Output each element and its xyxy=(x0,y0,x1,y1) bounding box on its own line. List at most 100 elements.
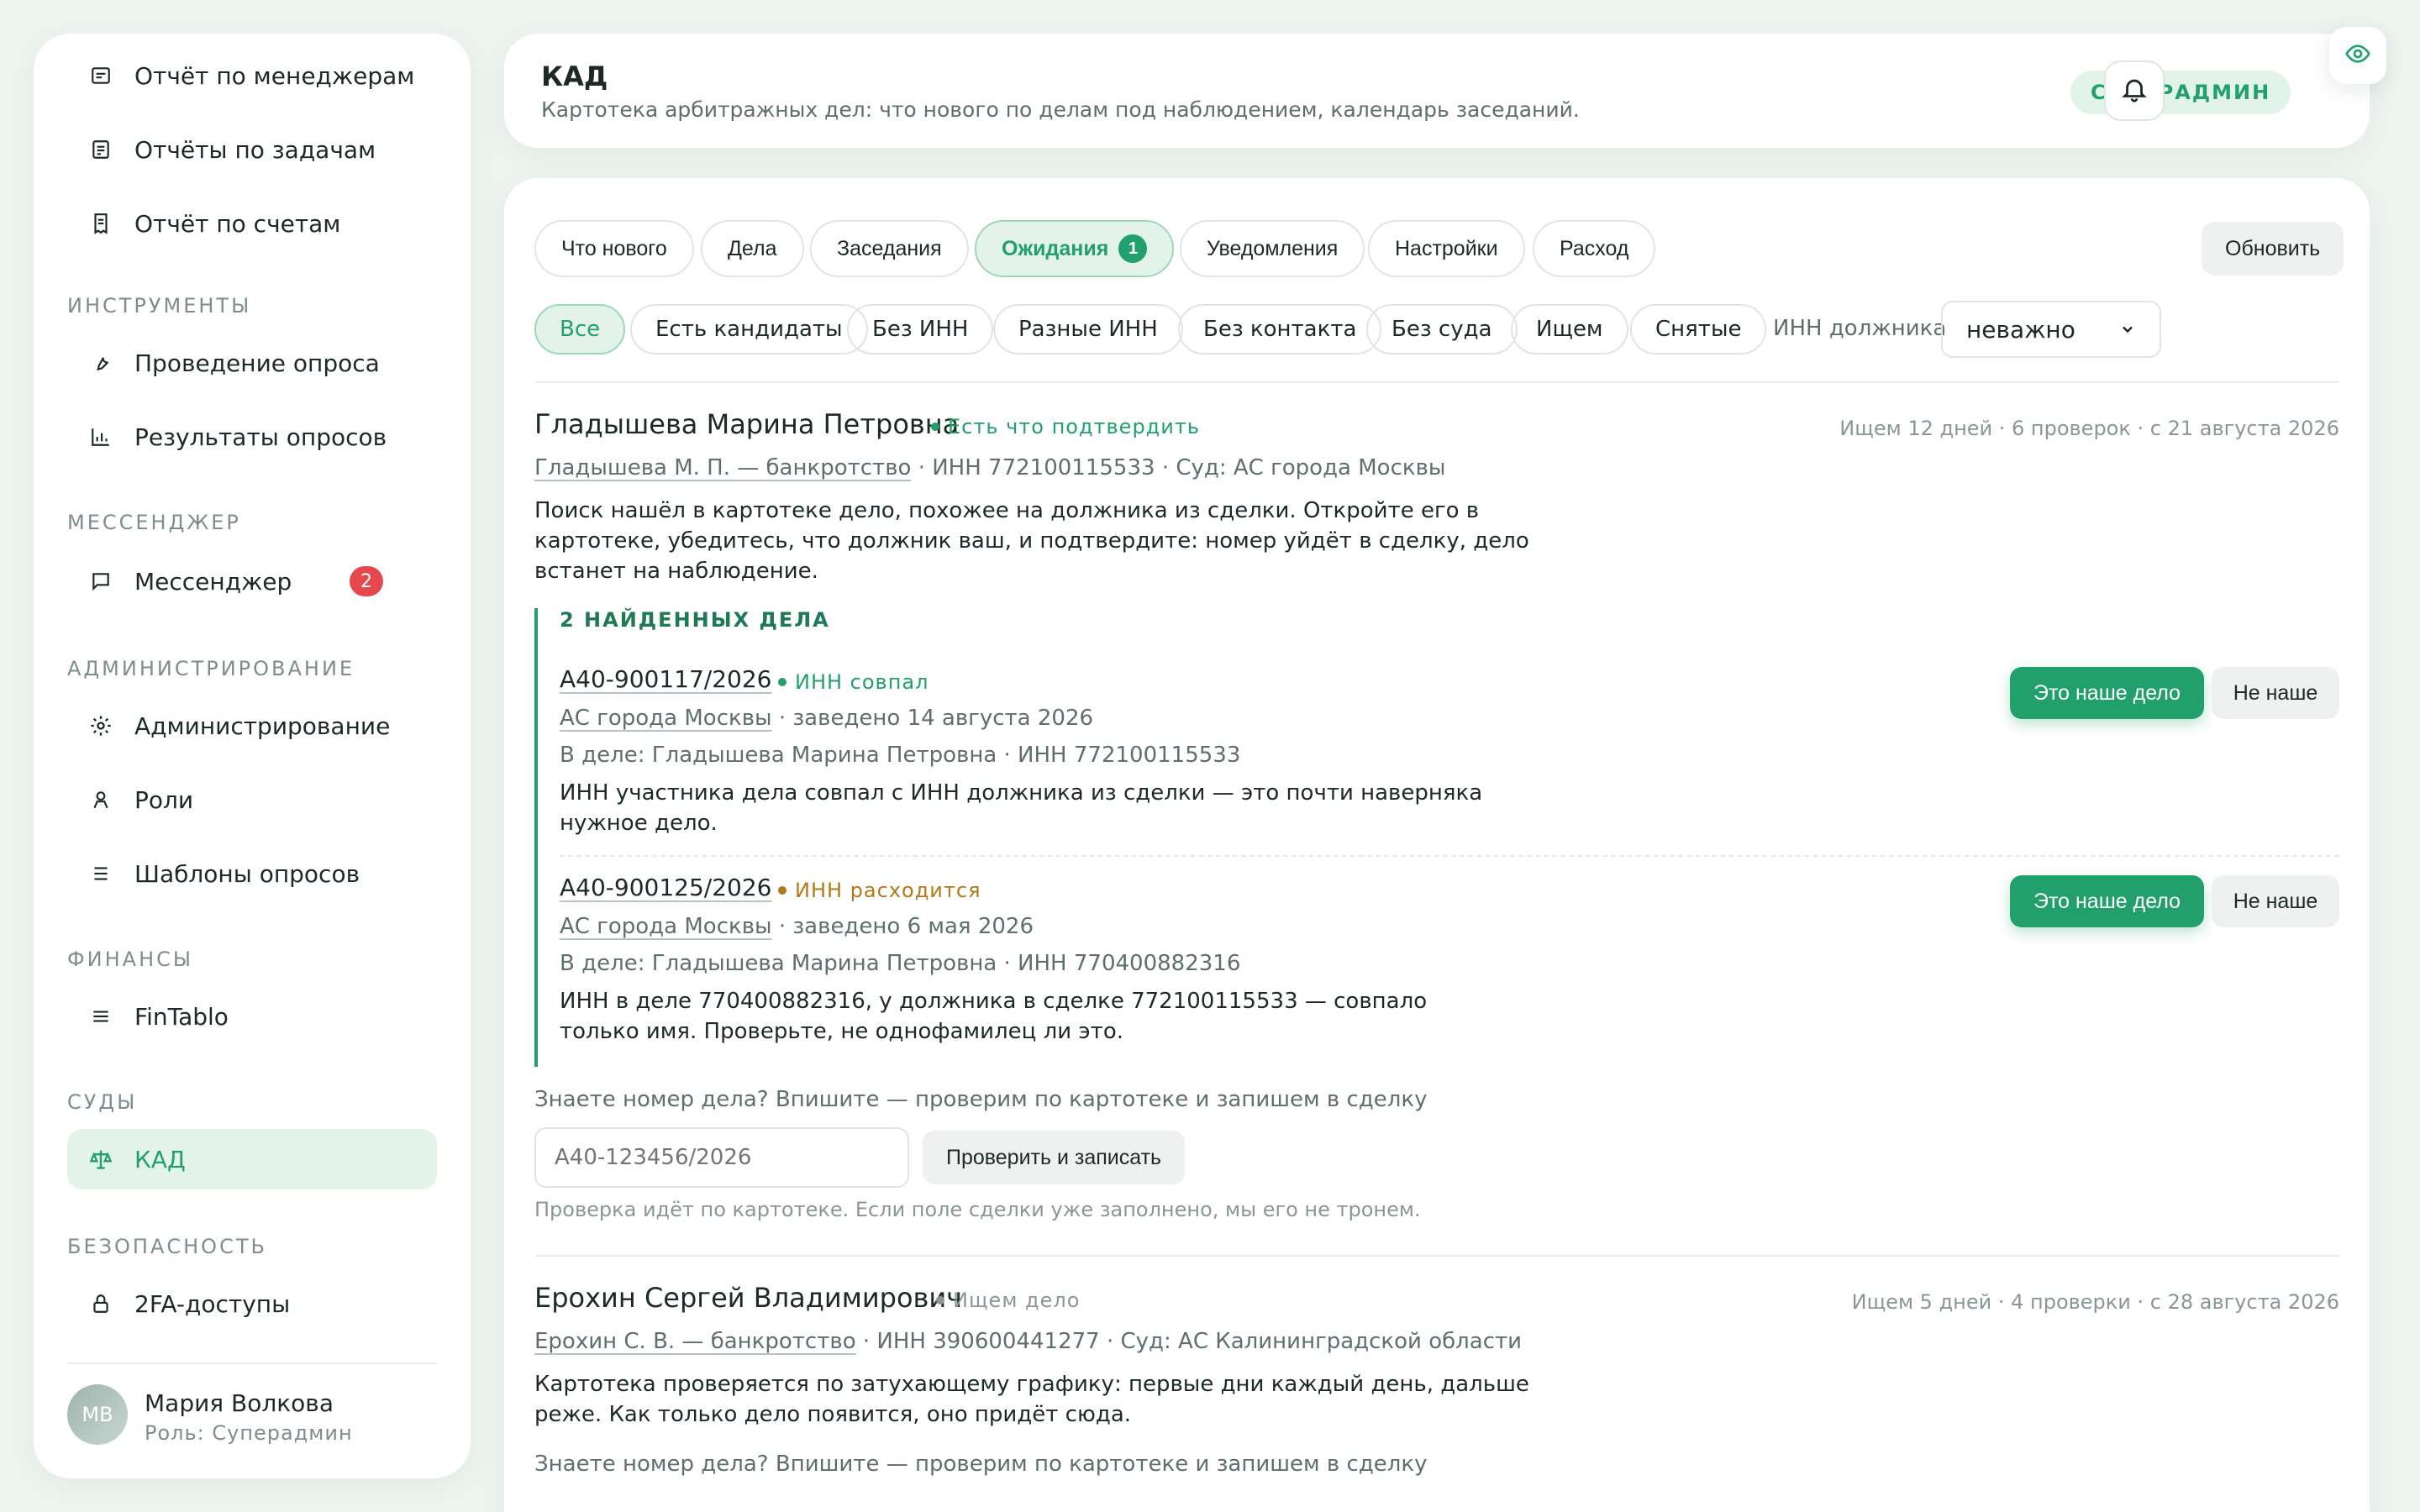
filter-searching[interactable]: Ищем xyxy=(1511,304,1628,354)
filter-removed[interactable]: Снятые xyxy=(1630,304,1767,354)
sidebar-item-label: Отчёт по счетам xyxy=(134,209,341,238)
manual-case-note: Проверка идёт по картотеке. Если поле сд… xyxy=(534,1198,1421,1221)
court-link[interactable]: АС города Москвы xyxy=(560,706,772,731)
sidebar-item-label: Отчёт по менеджерам xyxy=(134,61,415,90)
sidebar-item-label: Отчёты по задачам xyxy=(134,135,376,164)
case-number-input[interactable] xyxy=(534,1127,909,1188)
tab-count-badge: 1 xyxy=(1118,234,1148,263)
eye-icon xyxy=(2344,40,2371,71)
inn-filter-select[interactable]: неважно xyxy=(1941,301,2161,358)
inn-mismatch-badge: ИНН расходится xyxy=(778,879,981,902)
deal-subline: Гладышева М. П. — банкротство · ИНН 7721… xyxy=(534,455,1446,480)
chevron-down-icon xyxy=(2119,316,2136,344)
tab-hearings[interactable]: Заседания xyxy=(810,220,969,277)
reject-case-button[interactable]: Не наше xyxy=(2212,667,2339,719)
visibility-toggle-button[interactable] xyxy=(2329,27,2386,84)
sidebar-section-title: БЕЗОПАСНОСТЬ xyxy=(67,1235,267,1258)
tab-expenses[interactable]: Расход xyxy=(1533,220,1656,277)
filter-no-contact[interactable]: Без контакта xyxy=(1178,304,1382,354)
sidebar-section-title: СУДЫ xyxy=(67,1090,138,1114)
deal-link[interactable]: Ерохин С. В. — банкротство xyxy=(534,1329,856,1354)
sidebar-item-managers-report[interactable]: Отчёт по менеджерам xyxy=(67,45,437,106)
inn-filter-value: неважно xyxy=(1966,315,2075,344)
lock-icon xyxy=(67,1293,134,1315)
deal-name: Гладышева Марина Петровна xyxy=(534,408,960,440)
deal-subline: Ерохин С. В. — банкротство · ИНН 3906004… xyxy=(534,1329,1523,1354)
case-number-link[interactable]: А40-900117/2026 xyxy=(560,665,771,693)
found-cases-accent xyxy=(534,608,538,1067)
sidebar-item-invoices-report[interactable]: Отчёт по счетам xyxy=(67,193,437,254)
tab-notifications[interactable]: Уведомления xyxy=(1180,220,1365,277)
sidebar-item-tasks-report[interactable]: Отчёты по задачам xyxy=(67,119,437,180)
deal-description: Поиск нашёл в картотеке дело, похожее на… xyxy=(534,498,1529,584)
reject-case-button[interactable]: Не наше xyxy=(2212,875,2339,927)
manual-case-hint: Знаете номер дела? Впишите — проверим по… xyxy=(534,1452,1428,1477)
divider xyxy=(534,381,2339,383)
manual-case-hint: Знаете номер дела? Впишите — проверим по… xyxy=(534,1087,1428,1112)
status-badge: Есть что подтвердить xyxy=(931,415,1200,438)
divider xyxy=(534,1255,2339,1257)
user-role: Роль: Суперадмин xyxy=(145,1421,353,1445)
refresh-button[interactable]: Обновить xyxy=(2202,222,2344,276)
report-icon xyxy=(67,65,134,87)
confirm-case-button[interactable]: Это наше дело xyxy=(2010,875,2205,927)
sidebar-item-label: Проведение опроса xyxy=(134,349,380,377)
sidebar-item-label: 2FA-доступы xyxy=(134,1289,291,1318)
scales-icon xyxy=(67,1147,134,1171)
sidebar-item-survey-templates[interactable]: Шаблоны опросов xyxy=(67,843,437,904)
tab-settings[interactable]: Настройки xyxy=(1368,220,1525,277)
sidebar-item-administration[interactable]: Администрирование xyxy=(67,696,437,756)
sidebar-item-kad[interactable]: КАД xyxy=(67,1129,437,1189)
menu-icon xyxy=(67,1005,134,1027)
filter-all[interactable]: Все xyxy=(534,304,626,354)
case-number-link[interactable]: А40-900125/2026 xyxy=(560,874,771,901)
avatar[interactable]: МВ xyxy=(67,1384,128,1445)
sidebar-section-title: АДМИНИСТРИРОВАНИЕ xyxy=(67,657,355,680)
bell-icon xyxy=(2120,75,2149,107)
court-link[interactable]: АС города Москвы xyxy=(560,914,772,939)
page-title: КАД xyxy=(541,60,608,92)
case-court-line: АС города Москвы · заведено 14 августа 2… xyxy=(560,706,1094,731)
status-badge: Ищем дело xyxy=(936,1289,1080,1312)
check-and-save-button[interactable]: Проверить и записать xyxy=(923,1131,1186,1184)
gear-icon xyxy=(67,714,134,738)
filter-no-court[interactable]: Без суда xyxy=(1366,304,1518,354)
deal-meta: Ищем 12 дней · 6 проверок · с 21 августа… xyxy=(1839,417,2339,440)
sidebar-item-survey-results[interactable]: Результаты опросов xyxy=(67,407,437,467)
user-name: Мария Волкова xyxy=(145,1389,334,1417)
deal-link[interactable]: Гладышева М. П. — банкротство xyxy=(534,455,911,480)
sidebar-item-fintablo[interactable]: FinTablo xyxy=(67,986,437,1047)
filter-no-inn[interactable]: Без ИНН xyxy=(847,304,994,354)
sidebar-item-label: Мессенджер xyxy=(134,567,292,596)
case-description: ИНН в деле 770400882316, у должника в сд… xyxy=(560,989,1428,1044)
case-divider xyxy=(560,855,2339,857)
notifications-button[interactable] xyxy=(2104,60,2165,121)
tab-waiting[interactable]: Ожидания 1 xyxy=(975,220,1175,277)
case-party-line: В деле: Гладышева Марина Петровна · ИНН … xyxy=(560,743,1241,768)
filter-has-candidates[interactable]: Есть кандидаты xyxy=(630,304,868,354)
sidebar-item-roles[interactable]: Роли xyxy=(67,769,437,830)
confirm-case-button[interactable]: Это наше дело xyxy=(2010,667,2205,719)
case-court-line: АС города Москвы · заведено 6 мая 2026 xyxy=(560,914,1034,939)
tab-whats-new[interactable]: Что нового xyxy=(534,220,694,277)
deal-name: Ерохин Сергей Владимирович xyxy=(534,1282,963,1314)
invoice-icon xyxy=(67,213,134,234)
sidebar-item-label: Роли xyxy=(134,785,194,814)
sidebar-item-label: КАД xyxy=(134,1145,186,1173)
chat-icon xyxy=(67,570,134,592)
sidebar-item-2fa[interactable]: 2FA-доступы xyxy=(67,1273,437,1334)
filter-different-inn[interactable]: Разные ИНН xyxy=(993,304,1183,354)
tab-cases[interactable]: Дела xyxy=(701,220,804,277)
chart-icon xyxy=(67,426,134,448)
unread-badge: 2 xyxy=(350,566,383,596)
case-party-line: В деле: Гладышева Марина Петровна · ИНН … xyxy=(560,951,1241,976)
found-cases-title: 2 НАЙДЕННЫХ ДЕЛА xyxy=(560,608,830,632)
sidebar-item-messenger[interactable]: Мессенджер 2 xyxy=(67,551,437,612)
case-description: ИНН участника дела совпал с ИНН должника… xyxy=(560,780,1483,836)
sidebar: Отчёт по менеджерам Отчёты по задачам От… xyxy=(34,34,471,1478)
sidebar-item-label: Администрирование xyxy=(134,711,391,740)
sidebar-item-survey[interactable]: Проведение опроса xyxy=(67,333,437,393)
person-icon xyxy=(67,789,134,811)
sidebar-item-label: Шаблоны опросов xyxy=(134,859,360,888)
sidebar-section-title: ИНСТРУМЕНТЫ xyxy=(67,294,252,318)
